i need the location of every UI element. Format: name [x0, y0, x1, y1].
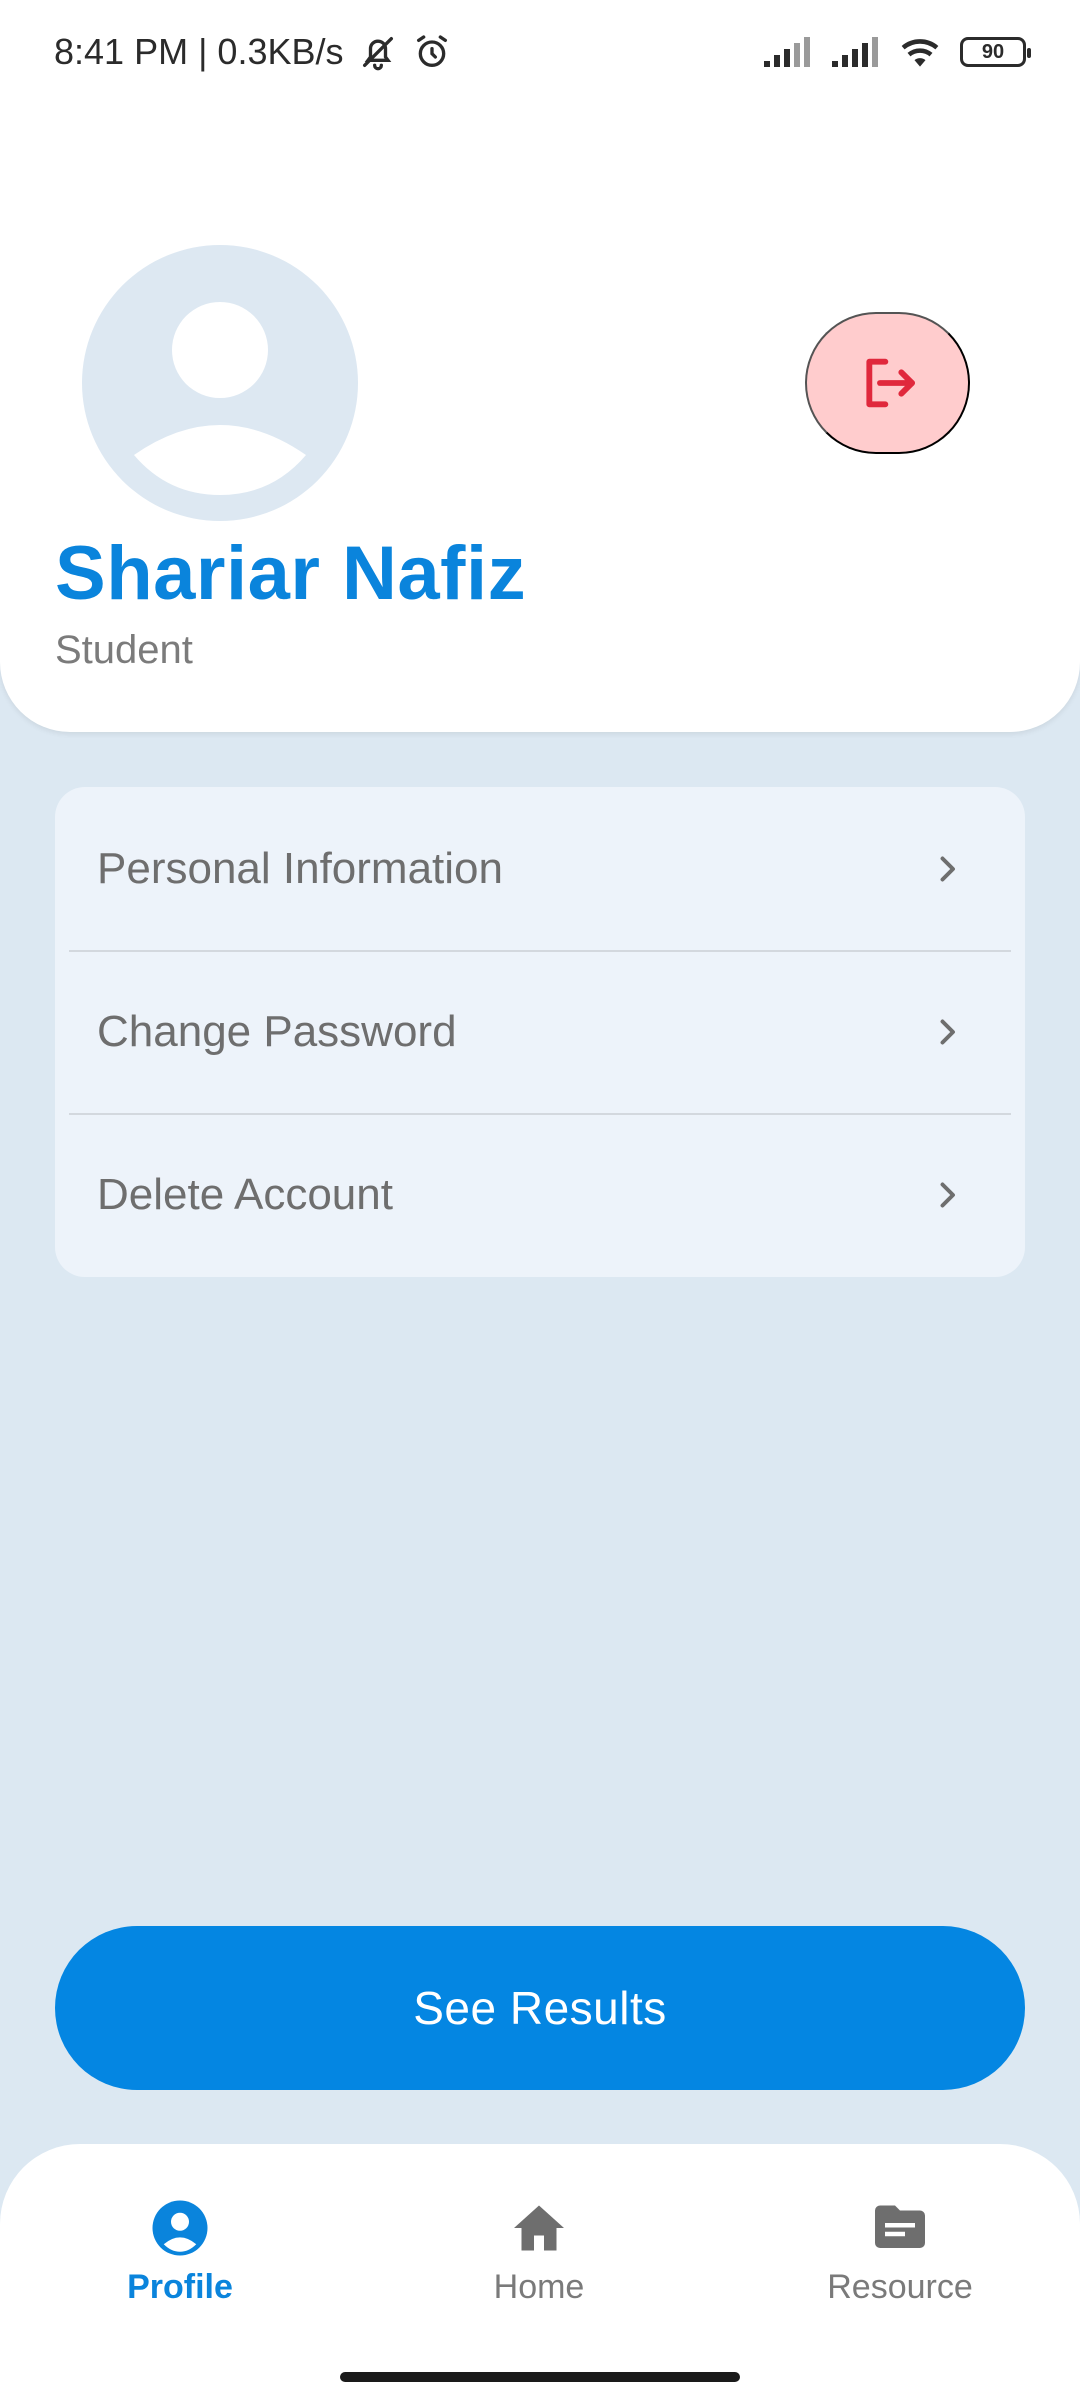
status-bar: 8:41 PM | 0.3KB/s 90 [0, 0, 1080, 104]
logout-button[interactable] [805, 312, 970, 454]
status-time-speed: 8:41 PM | 0.3KB/s [54, 31, 344, 72]
profile-header-card: 8:41 PM | 0.3KB/s 90 Shariar Nafiz Stude… [0, 0, 1080, 732]
user-role: Student [55, 628, 193, 672]
avatar[interactable] [82, 245, 358, 521]
menu-item-delete-account[interactable]: Delete Account [55, 1113, 1025, 1276]
settings-menu: Personal Information Change Password Del… [55, 787, 1025, 1277]
chevron-right-icon [929, 1177, 965, 1213]
nav-item-home[interactable]: Home [429, 2198, 649, 2307]
mute-icon [358, 32, 398, 72]
logout-icon [865, 358, 915, 408]
status-right: 90 [762, 35, 1031, 69]
home-indicator[interactable] [340, 2372, 740, 2382]
chevron-right-icon [929, 851, 965, 887]
status-left: 8:41 PM | 0.3KB/s [54, 31, 452, 73]
nav-label: Home [493, 2268, 585, 2306]
see-results-button[interactable]: See Results [55, 1926, 1025, 2090]
user-name: Shariar Nafiz [55, 531, 527, 616]
folder-icon [875, 2205, 925, 2248]
nav-item-profile[interactable]: Profile [70, 2198, 290, 2307]
menu-item-label: Personal Information [97, 843, 503, 893]
menu-item-label: Change Password [97, 1006, 457, 1056]
menu-item-label: Delete Account [97, 1169, 393, 1219]
battery-icon: 90 [960, 37, 1031, 67]
menu-item-personal-information[interactable]: Personal Information [55, 787, 1025, 950]
person-placeholder-icon [134, 302, 306, 495]
bottom-nav: Profile Home Resource [0, 2144, 1080, 2400]
home-icon [514, 2205, 564, 2251]
wifi-icon [898, 35, 942, 69]
nav-label: Resource [827, 2268, 973, 2306]
nav-item-resource[interactable]: Resource [790, 2198, 1010, 2307]
signal-icon [830, 35, 880, 69]
chevron-right-icon [929, 1014, 965, 1050]
signal-icon [762, 35, 812, 69]
profile-icon [152, 2200, 208, 2256]
menu-item-change-password[interactable]: Change Password [55, 950, 1025, 1113]
alarm-icon [412, 32, 452, 72]
battery-level: 90 [981, 40, 1005, 63]
profile-screen: 8:41 PM | 0.3KB/s 90 Shariar Nafiz Stude… [0, 0, 1080, 2400]
nav-label: Profile [127, 2268, 233, 2306]
